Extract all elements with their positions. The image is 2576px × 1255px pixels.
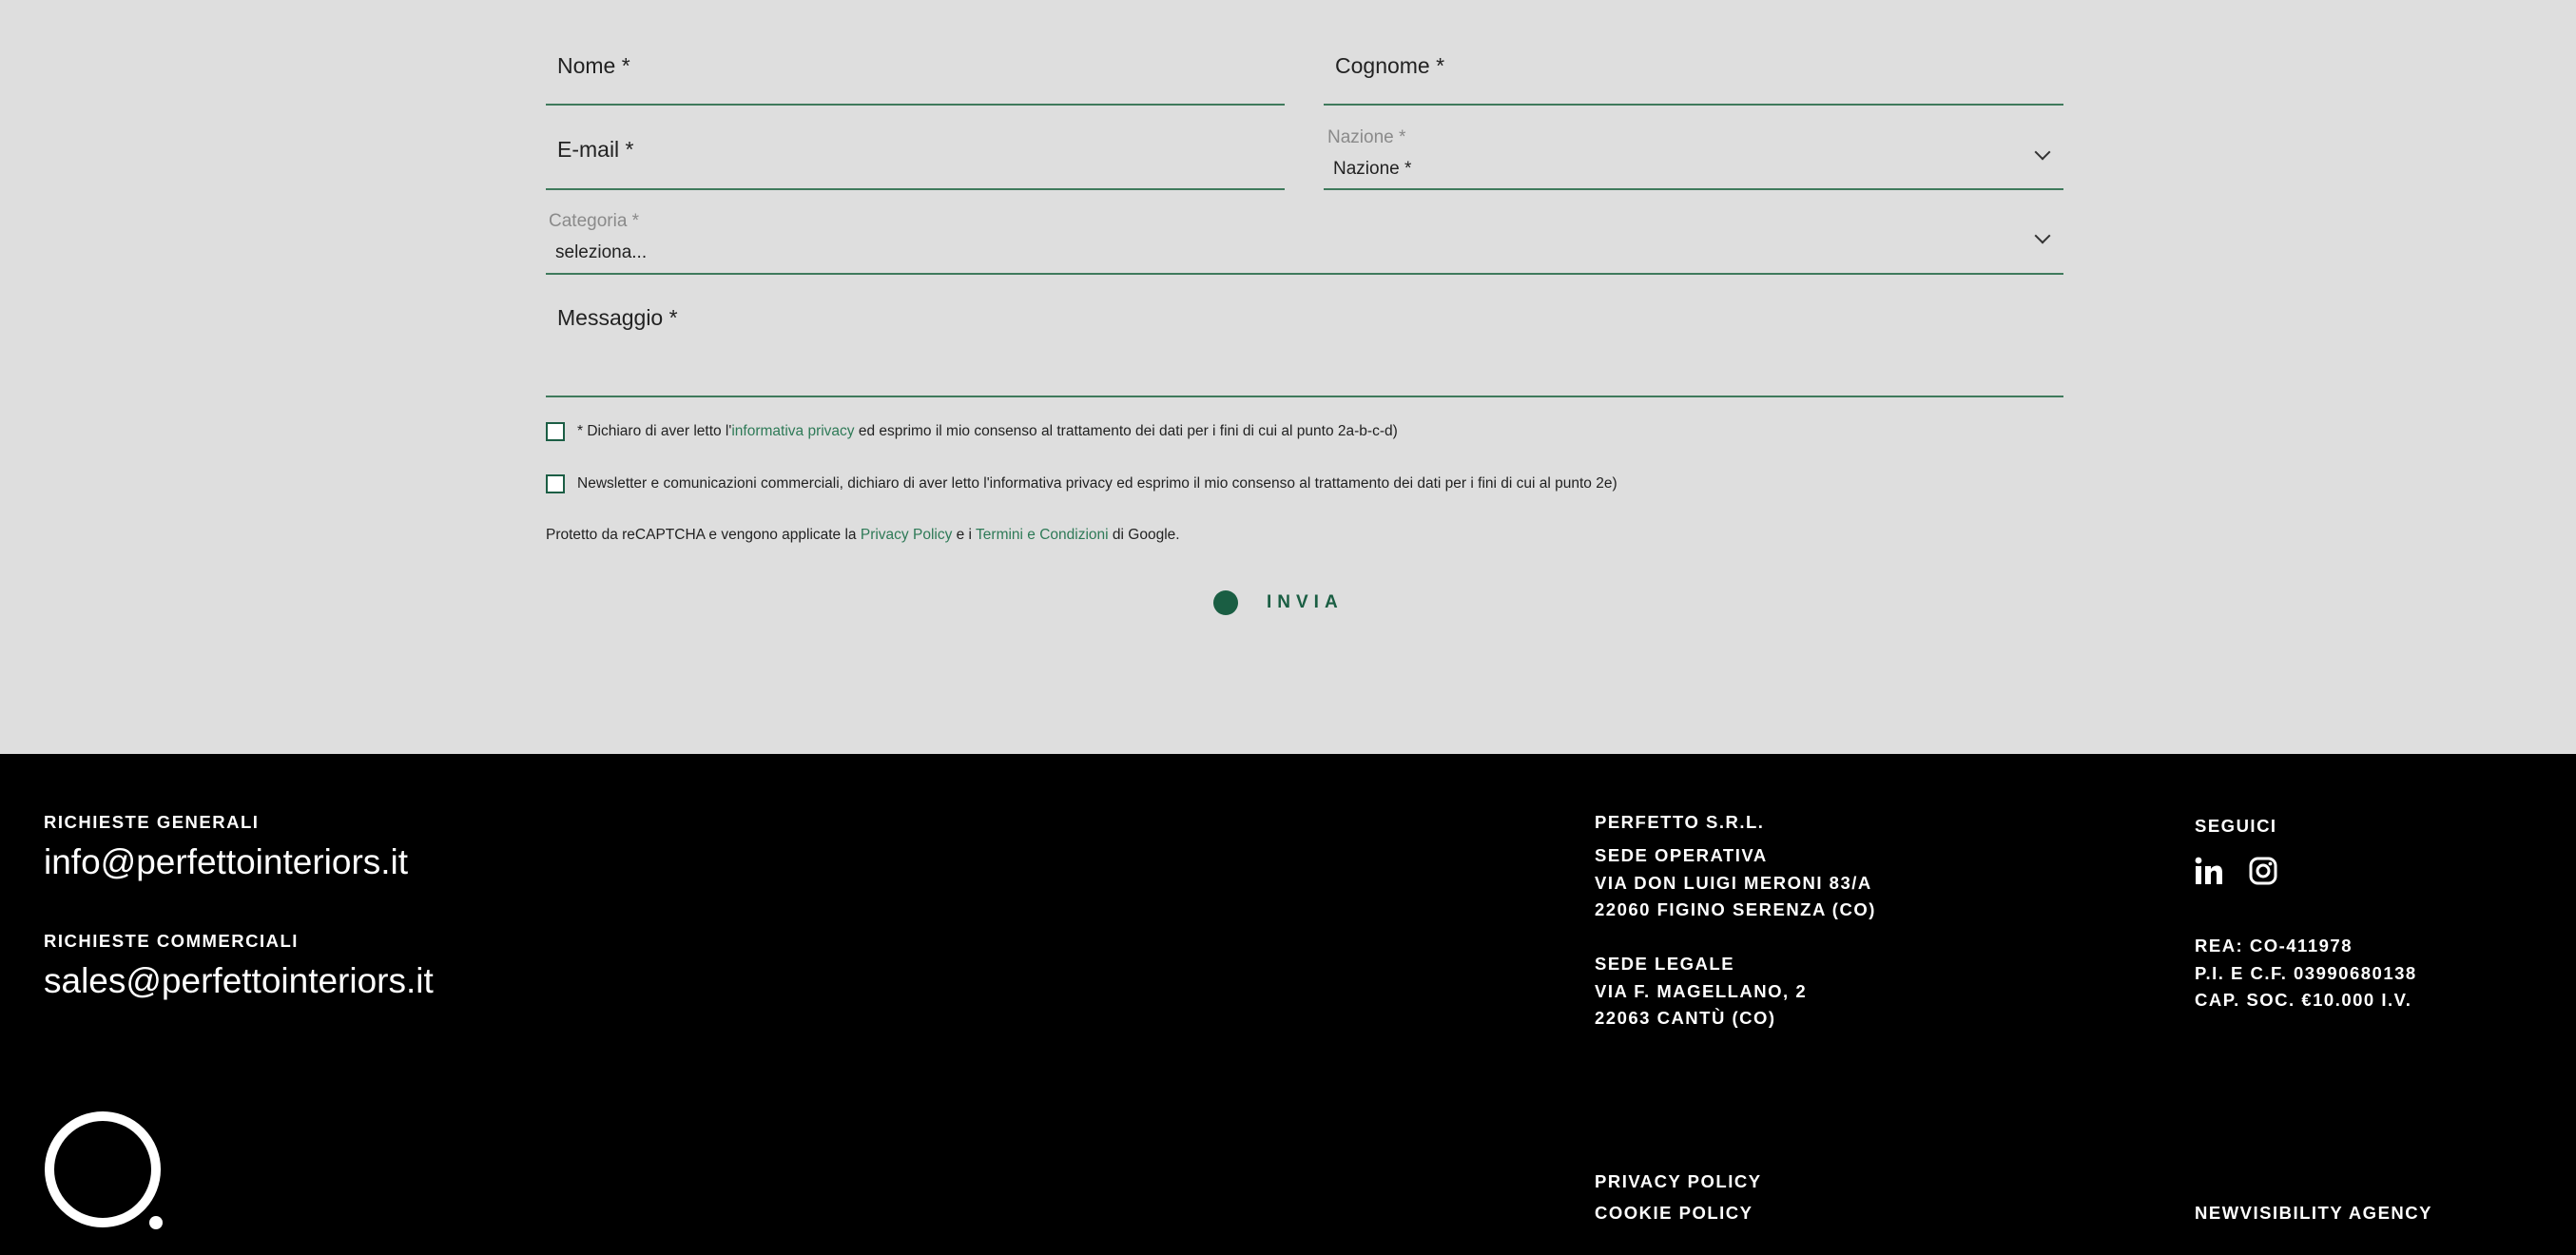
privacy-consent-row: * Dichiaro di aver letto l'informativa p… [546, 422, 1398, 441]
categoria-select[interactable]: Categoria * seleziona... [546, 211, 2063, 275]
privacy-policy-link[interactable]: Privacy Policy [861, 527, 952, 543]
office-line: SEDE OPERATIVA [1595, 845, 1768, 865]
logo-mark [44, 1111, 167, 1238]
general-requests-heading: RICHIESTE GENERALI [44, 812, 260, 832]
nome-input[interactable]: Nome * [546, 44, 1285, 106]
general-email-link[interactable]: info@perfettointeriors.it [44, 842, 408, 882]
nazione-selected-value: Nazione * [1333, 159, 1412, 179]
messaggio-placeholder: Messaggio * [557, 305, 678, 330]
agency-credit-link[interactable]: NEWVISIBILITY AGENCY [2195, 1203, 2432, 1224]
informativa-privacy-link[interactable]: informativa privacy [731, 423, 854, 439]
legal-line: 22063 CANTÙ (CO) [1595, 1008, 1776, 1028]
office-line: 22060 FIGINO SERENZA (CO) [1595, 899, 1876, 919]
newsletter-consent-row: Newsletter e comunicazioni commerciali, … [546, 474, 1617, 493]
categoria-selected-value: seleziona... [555, 242, 648, 262]
recaptcha-prefix: Protetto da reCAPTCHA e vengono applicat… [546, 527, 861, 543]
recaptcha-suffix: di Google. [1108, 527, 1180, 543]
consent-text-prefix: * Dichiaro di aver letto l' [577, 423, 732, 439]
nome-placeholder: Nome * [557, 53, 630, 78]
legal-line: VIA F. MAGELLANO, 2 [1595, 980, 1808, 1001]
privacy-consent-checkbox[interactable] [546, 422, 565, 441]
instagram-icon[interactable] [2249, 857, 2277, 890]
newsletter-consent-text: Newsletter e comunicazioni commerciali, … [577, 475, 1617, 492]
cognome-input[interactable]: Cognome * [1324, 44, 2063, 106]
recaptcha-notice: Protetto da reCAPTCHA e vengono applicat… [546, 527, 1180, 544]
recaptcha-mid: e i [952, 527, 977, 543]
email-placeholder: E-mail * [557, 137, 634, 162]
linkedin-icon[interactable] [2195, 857, 2223, 890]
privacy-policy-footer-link[interactable]: PRIVACY POLICY [1595, 1171, 1762, 1192]
registry-info: REA: CO-411978 P.I. E C.F. 03990680138 C… [2195, 933, 2417, 1014]
email-input[interactable]: E-mail * [546, 127, 1285, 190]
chevron-down-icon [2034, 227, 2051, 244]
contact-form-section: Nome * Cognome * E-mail * Nazione * Nazi… [0, 0, 2576, 754]
consent-text-suffix: ed esprimo il mio consenso al trattament… [854, 423, 1398, 439]
nazione-select[interactable]: Nazione * Nazione * [1324, 127, 2063, 190]
follow-heading: SEGUICI [2195, 816, 2277, 836]
company-name: PERFETTO S.R.L. [1595, 812, 1765, 832]
cookie-policy-footer-link[interactable]: COOKIE POLICY [1595, 1203, 1753, 1224]
submit-label: INVIA [1267, 592, 1344, 612]
registry-line: P.I. E C.F. 03990680138 [2195, 962, 2417, 983]
terms-link[interactable]: Termini e Condizioni [976, 527, 1109, 543]
privacy-consent-text: * Dichiaro di aver letto l'informativa p… [577, 423, 1398, 440]
submit-dot-icon [1213, 590, 1238, 615]
submit-button[interactable]: INVIA [1213, 590, 1344, 615]
registry-line: CAP. SOC. €10.000 I.V. [2195, 990, 2412, 1010]
office-address: SEDE OPERATIVA VIA DON LUIGI MERONI 83/A… [1595, 842, 1876, 924]
chevron-down-icon [2034, 144, 2051, 161]
commercial-requests-heading: RICHIESTE COMMERCIALI [44, 931, 299, 951]
registry-line: REA: CO-411978 [2195, 936, 2353, 956]
commercial-email-link[interactable]: sales@perfettointeriors.it [44, 961, 434, 1001]
legal-line: SEDE LEGALE [1595, 954, 1735, 974]
site-footer: RICHIESTE GENERALI info@perfettointerior… [0, 754, 2576, 1255]
cognome-placeholder: Cognome * [1335, 53, 1445, 78]
categoria-label: Categoria * [549, 211, 640, 231]
newsletter-consent-checkbox[interactable] [546, 474, 565, 493]
messaggio-textarea[interactable]: Messaggio * [546, 297, 2063, 397]
legal-address: SEDE LEGALE VIA F. MAGELLANO, 2 22063 CA… [1595, 951, 1807, 1033]
nazione-label: Nazione * [1327, 127, 1406, 147]
office-line: VIA DON LUIGI MERONI 83/A [1595, 872, 1872, 893]
